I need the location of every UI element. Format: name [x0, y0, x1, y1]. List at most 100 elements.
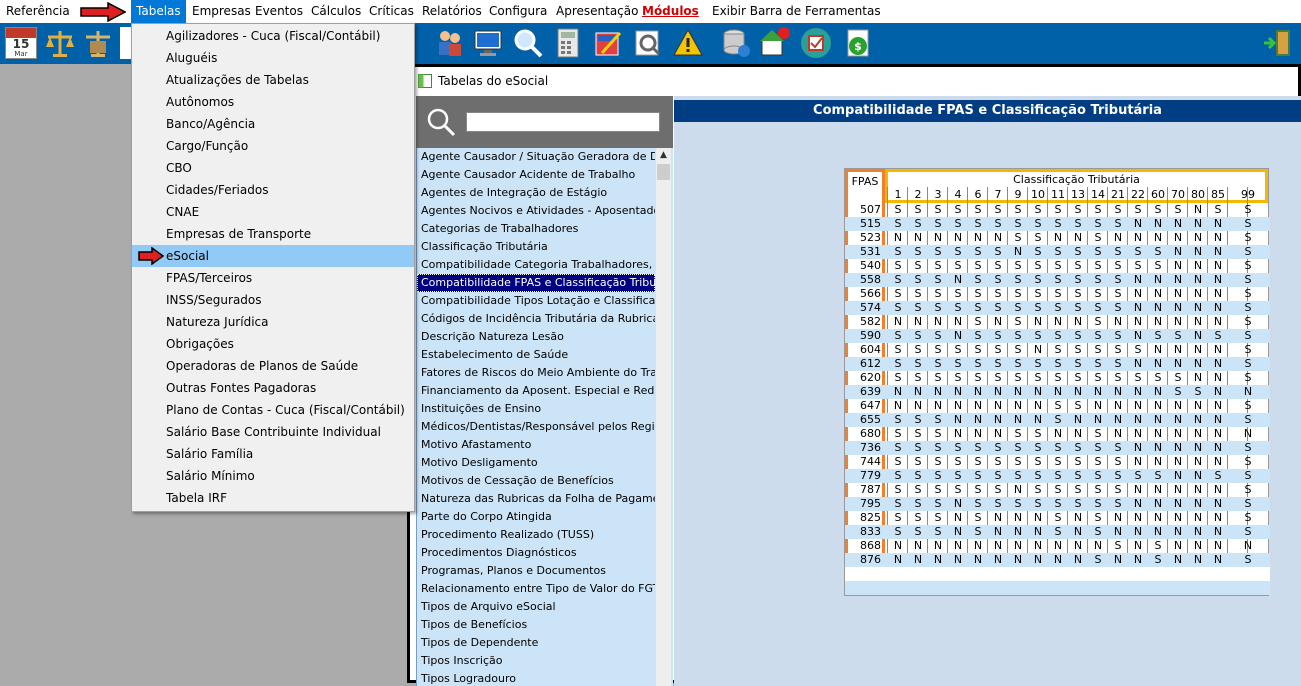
table-list-item[interactable]: Médicos/Dentistas/Responsável pelos Regi…	[417, 418, 655, 436]
table-list-item[interactable]: Instituições de Ensino	[417, 400, 655, 418]
dropdown-item[interactable]: FPAS/Terceiros	[132, 267, 414, 289]
menu-item-tabelas[interactable]: Tabelas	[131, 0, 186, 23]
table-list-item[interactable]: Natureza das Rubricas da Folha de Pagame…	[417, 490, 655, 508]
house-notification-icon[interactable]	[758, 27, 790, 59]
table-list-item[interactable]: Compatibilidade Tipos Lotação e Classifi…	[417, 292, 655, 310]
table-list-item[interactable]: Classificação Tributária	[417, 238, 655, 256]
table-list-item[interactable]: Relacionamento entre Tipo de Valor do FG…	[417, 580, 655, 598]
menu-item-exibir-barra-de-ferramentas[interactable]: Exibir Barra de Ferramentas	[707, 0, 886, 23]
calculator-icon[interactable]	[552, 27, 584, 59]
money-document-icon[interactable]: $	[842, 27, 874, 59]
menu-item-referencia[interactable]: Referência	[1, 0, 75, 23]
dropdown-item[interactable]: Empresas de Transporte	[132, 223, 414, 245]
dropdown-item[interactable]: INSS/Segurados	[132, 289, 414, 311]
people-icon[interactable]	[434, 27, 466, 59]
table-list-item[interactable]: Motivo Afastamento	[417, 436, 655, 454]
table-list-item[interactable]: Compatibilidade FPAS e Classificação Tri…	[417, 274, 655, 292]
menu-item-calculos[interactable]: Cálculos	[306, 0, 366, 23]
compatibility-cell: N	[1173, 469, 1183, 482]
search-input[interactable]	[466, 112, 660, 132]
table-list-item[interactable]: Tipos Logradouro	[417, 670, 655, 686]
table-list-item[interactable]: Tipos de Dependente	[417, 634, 655, 652]
compatibility-cell: S	[974, 357, 982, 370]
scales-icon[interactable]	[44, 27, 76, 59]
dropdown-item[interactable]: Plano de Contas - Cuca (Fiscal/Contábil)	[132, 399, 414, 421]
compatibility-cell: S	[1114, 329, 1122, 342]
compatibility-cell: S	[1114, 483, 1122, 496]
checklist-icon[interactable]	[800, 27, 832, 59]
compatibility-cell: S	[1244, 483, 1252, 496]
table-list-item[interactable]: Tipos Inscrição	[417, 652, 655, 670]
compatibility-cell: S	[1114, 539, 1122, 552]
dropdown-item[interactable]: Aluguéis	[132, 47, 414, 69]
dropdown-item[interactable]: Operadoras de Planos de Saúde	[132, 355, 414, 377]
table-list-item[interactable]: Motivos de Cessação de Benefícios	[417, 472, 655, 490]
compatibility-cell: S	[1114, 273, 1122, 286]
menu-item-empresas[interactable]: Empresas	[187, 0, 256, 23]
table-list-item[interactable]: Parte do Corpo Atingida	[417, 508, 655, 526]
scroll-up-arrow-icon[interactable]: ▲	[656, 148, 671, 163]
dropdown-item[interactable]: Tabela IRF	[132, 487, 414, 509]
dropdown-item[interactable]: Cargo/Função	[132, 135, 414, 157]
magnifier-icon[interactable]	[512, 27, 544, 59]
monitor-icon[interactable]	[472, 27, 504, 59]
menu-item-modulos[interactable]: Módulos	[637, 0, 704, 23]
scroll-thumb[interactable]	[657, 164, 670, 180]
table-list-item[interactable]: Procedimentos Diagnósticos	[417, 544, 655, 562]
compatibility-cell: S	[894, 301, 902, 314]
menu-item-relatorios[interactable]: Relatórios	[417, 0, 487, 23]
compatibility-cell: N	[1153, 525, 1163, 538]
table-list-item[interactable]: Descrição Natureza Lesão	[417, 328, 655, 346]
table-list-item[interactable]: Procedimento Realizado (TUSS)	[417, 526, 655, 544]
dropdown-item[interactable]: Autônomos	[132, 91, 414, 113]
table-list-item[interactable]: Programas, Planos e Documentos	[417, 562, 655, 580]
book-edit-icon[interactable]	[592, 27, 624, 59]
dropdown-item[interactable]: CNAE	[132, 201, 414, 223]
dropdown-item[interactable]: Salário Família	[132, 443, 414, 465]
table-list-item[interactable]: Motivo Desligamento	[417, 454, 655, 472]
dropdown-item[interactable]: Obrigações	[132, 333, 414, 355]
dropdown-item[interactable]: Cidades/Feriados	[132, 179, 414, 201]
search-document-icon[interactable]	[632, 27, 664, 59]
compatibility-cell: N	[1033, 385, 1043, 398]
exit-door-icon[interactable]	[1262, 27, 1294, 59]
menu-item-configura[interactable]: Configura	[484, 0, 552, 23]
table-list-item[interactable]: Estabelecimento de Saúde	[417, 346, 655, 364]
table-list-item[interactable]: Códigos de Incidência Tributária da Rubr…	[417, 310, 655, 328]
compatibility-cell: N	[973, 385, 983, 398]
dropdown-item[interactable]: Natureza Jurídica	[132, 311, 414, 333]
list-scrollbar[interactable]: ▲	[656, 148, 671, 686]
dropdown-item[interactable]: Salário Mínimo	[132, 465, 414, 487]
compatibility-cell: S	[914, 217, 922, 230]
compatibility-cell: S	[934, 329, 942, 342]
table-list-item[interactable]: Tipos de Arquivo eSocial	[417, 598, 655, 616]
table-list-item[interactable]: Agente Causador Acidente de Trabalho	[417, 166, 655, 184]
table-list-item[interactable]: Categorias de Trabalhadores	[417, 220, 655, 238]
table-list-item[interactable]: Fatores de Riscos do Meio Ambiente do Tr…	[417, 364, 655, 382]
compatibility-cell: S	[1094, 287, 1102, 300]
calendar-icon[interactable]: 15 Mar	[5, 27, 37, 59]
compatibility-cell: S	[1054, 287, 1062, 300]
compatibility-cell: N	[893, 399, 903, 412]
dropdown-items: Agilizadores - Cuca (Fiscal/Contábil) Alu…	[132, 24, 414, 509]
table-list-item[interactable]: Financiamento da Aposent. Especial e Red…	[417, 382, 655, 400]
warning-icon[interactable]	[672, 27, 704, 59]
menu-item-apresentacao[interactable]: Apresentação	[551, 0, 643, 23]
dropdown-item[interactable]: Banco/Agência	[132, 113, 414, 135]
dropdown-item[interactable]: Agilizadores - Cuca (Fiscal/Contábil)	[132, 25, 414, 47]
scales-building-icon[interactable]	[82, 27, 114, 59]
menu-item-eventos[interactable]: Eventos	[250, 0, 308, 23]
table-list-item[interactable]: Agentes Nocivos e Atividades - Aposentad…	[417, 202, 655, 220]
table-list-item[interactable]: Agente Causador / Situação Geradora de D…	[417, 148, 655, 166]
dropdown-item[interactable]: eSocial	[132, 245, 414, 267]
dropdown-item[interactable]: Outras Fontes Pagadoras	[132, 377, 414, 399]
compatibility-cell: N	[1133, 511, 1143, 524]
dropdown-item[interactable]: Salário Base Contribuinte Individual	[132, 421, 414, 443]
table-list-item[interactable]: Compatibilidade Categoria Trabalhadores,…	[417, 256, 655, 274]
table-list-item[interactable]: Tipos de Benefícios	[417, 616, 655, 634]
menu-item-criticas[interactable]: Críticas	[364, 0, 419, 23]
dropdown-item[interactable]: CBO	[132, 157, 414, 179]
table-list-item[interactable]: Agentes de Integração de Estágio	[417, 184, 655, 202]
dropdown-item[interactable]: Atualizações de Tabelas	[132, 69, 414, 91]
database-icon[interactable]	[720, 27, 752, 59]
